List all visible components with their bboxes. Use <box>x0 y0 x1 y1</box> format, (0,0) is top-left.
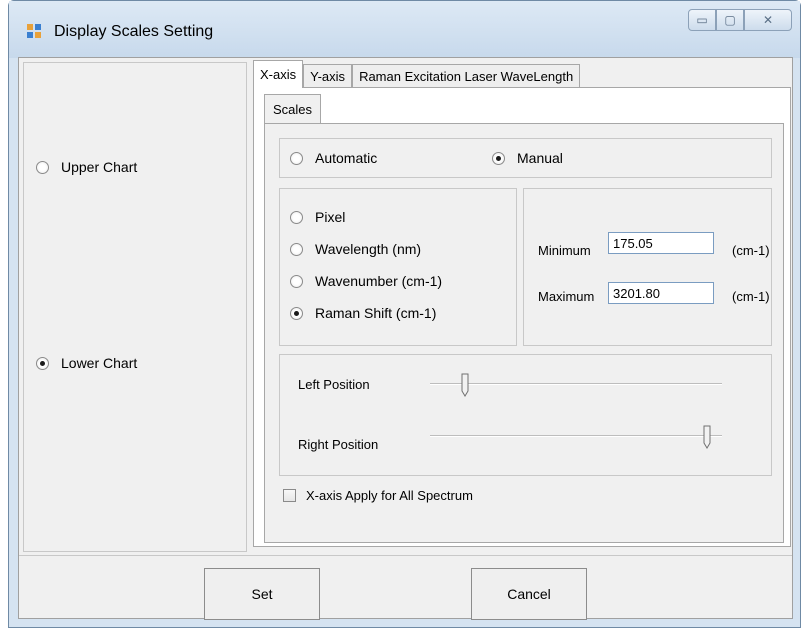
minimize-icon: ▭ <box>696 13 708 27</box>
scales-panel: Automatic Manual Pixel Wavelength (nm) W… <box>264 123 784 543</box>
maximize-button[interactable]: ▢ <box>716 9 744 31</box>
position-group: Left Position Right Position <box>279 354 772 476</box>
unit-wavelength-radio[interactable]: Wavelength (nm) <box>290 241 421 257</box>
app-icon <box>27 24 41 38</box>
manual-radio-circle[interactable] <box>492 151 505 165</box>
scales-subtabs: Scales <box>264 94 322 124</box>
unit-wavenumber-radio[interactable]: Wavenumber (cm-1) <box>290 273 442 289</box>
tab-scales-label: Scales <box>273 102 313 117</box>
tab-x-axis-label: X-axis <box>260 67 297 82</box>
scale-mode-group: Automatic Manual <box>279 138 772 178</box>
set-button[interactable]: Set <box>204 568 320 620</box>
lower-chart-label: Lower Chart <box>61 355 138 371</box>
upper-chart-label: Upper Chart <box>61 159 138 175</box>
tab-raman-laser-wavelength-label: Raman Excitation Laser WaveLength <box>359 69 574 84</box>
range-group: Minimum (cm-1) Maximum (cm-1) <box>523 188 772 346</box>
manual-label: Manual <box>517 150 563 166</box>
apply-all-spectrum-label: X-axis Apply for All Spectrum <box>306 488 473 503</box>
right-position-label: Right Position <box>298 437 379 452</box>
unit-pixel-label: Pixel <box>315 209 346 225</box>
minimize-button[interactable]: ▭ <box>688 9 716 31</box>
tab-x-axis[interactable]: X-axis <box>253 60 304 88</box>
left-position-slider-thumb[interactable] <box>461 373 469 397</box>
lower-chart-radio-circle[interactable] <box>36 356 49 370</box>
maximum-label: Maximum <box>538 289 595 304</box>
automatic-radio[interactable]: Automatic <box>290 150 377 166</box>
maximum-input[interactable] <box>608 282 714 304</box>
tab-y-axis[interactable]: Y-axis <box>303 64 353 88</box>
unit-raman-shift-radio[interactable]: Raman Shift (cm-1) <box>290 305 436 321</box>
automatic-label: Automatic <box>315 150 378 166</box>
dialog-client-area: Upper Chart Lower Chart X-axis Y-axis Ra… <box>18 57 793 620</box>
minimum-unit: (cm-1) <box>732 243 770 258</box>
unit-pixel-radio-circle[interactable] <box>290 210 303 224</box>
maximum-unit: (cm-1) <box>732 289 770 304</box>
left-position-track[interactable] <box>430 383 722 385</box>
upper-chart-radio[interactable]: Upper Chart <box>36 159 137 175</box>
button-bar: Set Cancel <box>19 555 792 620</box>
unit-raman-shift-label: Raman Shift (cm-1) <box>315 305 437 321</box>
unit-wavenumber-label: Wavenumber (cm-1) <box>315 273 443 289</box>
tab-scales[interactable]: Scales <box>264 94 322 124</box>
axis-tabs: X-axis Y-axis Raman Excitation Laser Wav… <box>253 60 581 88</box>
tab-y-axis-label: Y-axis <box>310 69 346 84</box>
right-position-slider-thumb[interactable] <box>703 425 711 449</box>
minimum-input[interactable] <box>608 232 714 254</box>
maximize-icon: ▢ <box>724 13 736 27</box>
automatic-radio-circle[interactable] <box>290 151 303 165</box>
lower-chart-radio[interactable]: Lower Chart <box>36 355 137 371</box>
cancel-button[interactable]: Cancel <box>471 568 587 620</box>
upper-chart-radio-circle[interactable] <box>36 160 49 174</box>
close-icon: ✕ <box>762 13 774 27</box>
unit-raman-shift-radio-circle[interactable] <box>290 306 303 320</box>
dialog-window: Display Scales Setting ▭ ▢ ✕ Upper Chart… <box>8 0 801 628</box>
cancel-button-label: Cancel <box>507 586 551 602</box>
apply-all-spectrum-box[interactable] <box>283 489 296 502</box>
apply-all-spectrum-checkbox[interactable]: X-axis Apply for All Spectrum <box>283 488 473 503</box>
set-button-label: Set <box>251 586 273 602</box>
unit-group: Pixel Wavelength (nm) Wavenumber (cm-1) … <box>279 188 517 346</box>
tab-raman-laser-wavelength[interactable]: Raman Excitation Laser WaveLength <box>352 64 581 88</box>
close-button[interactable]: ✕ <box>744 9 792 31</box>
minimum-label: Minimum <box>538 243 591 258</box>
unit-pixel-radio[interactable]: Pixel <box>290 209 345 225</box>
unit-wavelength-label: Wavelength (nm) <box>315 241 422 257</box>
right-position-track[interactable] <box>430 435 722 437</box>
x-axis-tab-panel: Scales Automatic Manual Pixel Wavelength… <box>253 87 791 547</box>
manual-radio[interactable]: Manual <box>492 150 563 166</box>
unit-wavelength-radio-circle[interactable] <box>290 242 303 256</box>
window-title: Display Scales Setting <box>54 23 214 40</box>
left-position-label: Left Position <box>298 377 370 392</box>
chart-select-panel: Upper Chart Lower Chart <box>23 62 247 552</box>
unit-wavenumber-radio-circle[interactable] <box>290 274 303 288</box>
title-bar[interactable]: Display Scales Setting ▭ ▢ ✕ <box>9 1 800 58</box>
